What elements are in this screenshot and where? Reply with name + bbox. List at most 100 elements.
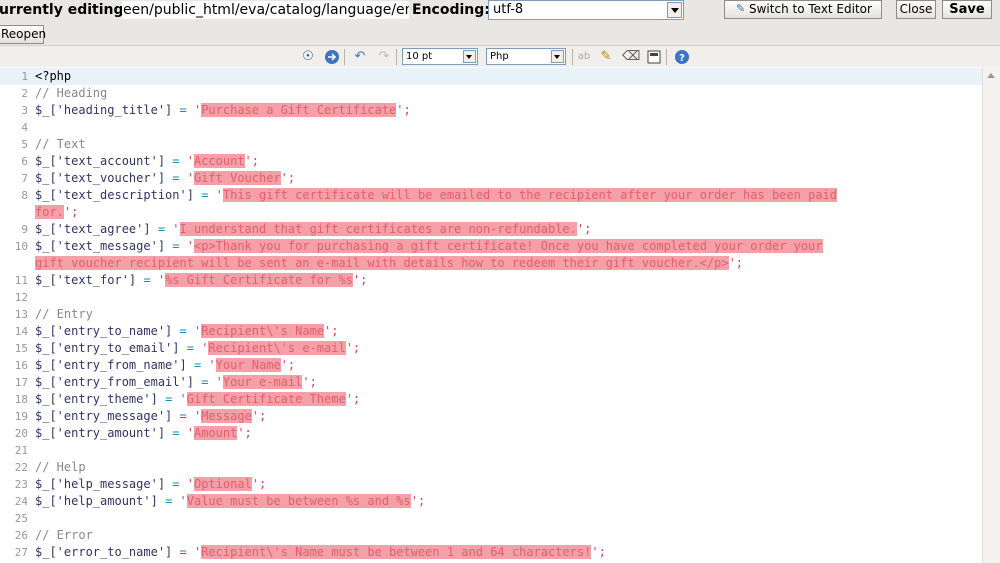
code-text: $_['entry_to_email'] = 'Recipient\'s e-m… bbox=[35, 341, 361, 355]
code-text: $_['error_to_name'] = 'Recipient\'s Name… bbox=[35, 545, 606, 559]
code-text: for.'; bbox=[35, 205, 79, 219]
code-text: // Entry bbox=[35, 307, 93, 321]
svg-text:?: ? bbox=[679, 53, 685, 64]
line-number: 21 bbox=[14, 444, 28, 457]
code-text: // Text bbox=[35, 137, 86, 151]
code-line[interactable]: 20 $_['entry_amount'] = 'Amount'; bbox=[0, 425, 983, 442]
code-line[interactable]: 8 $_['text_description'] = 'This gift cer… bbox=[0, 187, 983, 204]
editor-toolbar: ☉ ↶ ↷ 10 pt Php ab ✎ ⌫ ? bbox=[0, 45, 1000, 68]
editing-label: urrently editing: bbox=[0, 2, 130, 18]
code-text: $_['entry_amount'] = 'Amount'; bbox=[35, 426, 252, 440]
line-number: 3 bbox=[21, 104, 28, 117]
code-line[interactable]: 4 bbox=[0, 119, 983, 136]
line-number: 4 bbox=[21, 121, 28, 134]
line-number: 12 bbox=[14, 291, 28, 304]
encoding-value: utf-8 bbox=[493, 2, 524, 17]
reopen-button[interactable]: Reopen bbox=[0, 25, 46, 44]
code-line[interactable]: 15 $_['entry_to_email'] = 'Recipient\'s e… bbox=[0, 340, 983, 357]
switch-label: Switch to Text Editor bbox=[749, 2, 872, 16]
undo-icon[interactable]: ↶ bbox=[352, 49, 368, 65]
vertical-scrollbar[interactable] bbox=[982, 67, 1000, 563]
code-line[interactable]: 2 // Heading bbox=[0, 85, 983, 102]
eraser-icon[interactable]: ⌫ bbox=[622, 49, 640, 65]
code-text: $_['entry_theme'] = 'Gift Certificate Th… bbox=[35, 392, 361, 406]
code-text: // Heading bbox=[35, 86, 108, 100]
line-number: 16 bbox=[14, 359, 28, 372]
save-button[interactable]: Save bbox=[942, 0, 992, 19]
code-line[interactable]: 7 $_['text_voucher'] = 'Gift Voucher'; bbox=[0, 170, 983, 187]
line-number: 27 bbox=[14, 546, 28, 559]
line-number: 10 bbox=[14, 240, 28, 253]
code-text: // Help bbox=[35, 460, 86, 474]
code-line[interactable]: 24 $_['help_amount'] = 'Value must be bet… bbox=[0, 493, 983, 510]
code-line[interactable]: gift voucher recipient will be sent an e… bbox=[0, 255, 983, 272]
line-number: 7 bbox=[21, 172, 28, 185]
line-number: 2 bbox=[21, 87, 28, 100]
encoding-label: Encoding: bbox=[412, 2, 490, 18]
code-line[interactable]: 14 $_['entry_to_name'] = 'Recipient\'s Na… bbox=[0, 323, 983, 340]
code-text: $_['text_description'] = 'This gift cert… bbox=[35, 188, 837, 202]
code-line[interactable]: 16 $_['entry_from_name'] = 'Your Name'; bbox=[0, 357, 983, 374]
code-line[interactable]: 17 $_['entry_from_email'] = 'Your e-mail'… bbox=[0, 374, 983, 391]
code-line[interactable]: 27 $_['error_to_name'] = 'Recipient\'s Na… bbox=[0, 544, 983, 561]
switch-to-text-editor-button[interactable]: ✎ Switch to Text Editor bbox=[724, 0, 882, 19]
code-line[interactable]: 1 <?php bbox=[0, 68, 983, 85]
file-path-input[interactable]: een/public_html/eva/catalog/language/eng… bbox=[122, 1, 409, 19]
code-line[interactable]: 21 bbox=[0, 442, 983, 459]
scroll-up-icon[interactable] bbox=[987, 73, 995, 78]
chevron-down-icon[interactable] bbox=[463, 50, 476, 63]
highlight-icon[interactable]: ✎ bbox=[598, 49, 614, 65]
line-number: 20 bbox=[14, 427, 28, 440]
code-text: $_['text_account'] = 'Account'; bbox=[35, 154, 259, 168]
code-line[interactable]: 13 // Entry bbox=[0, 306, 983, 323]
code-line[interactable]: 12 bbox=[0, 289, 983, 306]
help-icon[interactable]: ? bbox=[674, 49, 690, 65]
code-line[interactable]: 26 // Error bbox=[0, 527, 983, 544]
syntax-select[interactable]: Php bbox=[486, 48, 566, 65]
font-size-value: 10 pt bbox=[406, 51, 433, 62]
redo-icon[interactable]: ↷ bbox=[376, 49, 392, 65]
goto-icon[interactable] bbox=[324, 49, 340, 65]
code-text: $_['help_message'] = 'Optional'; bbox=[35, 477, 267, 491]
code-line[interactable]: 6 $_['text_account'] = 'Account'; bbox=[0, 153, 983, 170]
code-line[interactable]: 11 $_['text_for'] = '%s Gift Certificate … bbox=[0, 272, 983, 289]
code-line[interactable]: 19 $_['entry_message'] = 'Message'; bbox=[0, 408, 983, 425]
encoding-select[interactable]: utf-8 bbox=[488, 0, 684, 20]
code-text: // Error bbox=[35, 528, 93, 542]
line-number: 14 bbox=[14, 325, 28, 338]
syntax-value: Php bbox=[490, 51, 509, 62]
code-text: $_['heading_title'] = 'Purchase a Gift C… bbox=[35, 103, 411, 117]
code-line[interactable]: 23 $_['help_message'] = 'Optional'; bbox=[0, 476, 983, 493]
code-editor[interactable]: 1 <?php 2 // Heading 3 $_['heading_title'] = … bbox=[0, 67, 1000, 563]
line-number: 26 bbox=[14, 529, 28, 542]
code-text: $_['entry_to_name'] = 'Recipient\'s Name… bbox=[35, 324, 339, 338]
spellcheck-icon[interactable]: ab bbox=[576, 49, 592, 65]
pencil-icon: ✎ bbox=[736, 2, 746, 15]
code-line[interactable]: 18 $_['entry_theme'] = 'Gift Certificate … bbox=[0, 391, 983, 408]
chevron-down-icon[interactable] bbox=[551, 50, 564, 63]
line-number: 24 bbox=[14, 495, 28, 508]
code-line[interactable]: 3 $_['heading_title'] = 'Purchase a Gift … bbox=[0, 102, 983, 119]
code-line[interactable]: 10 $_['text_message'] = '<p>Thank you for… bbox=[0, 238, 983, 255]
code-text: $_['text_agree'] = 'I understand that gi… bbox=[35, 222, 592, 236]
line-number: 19 bbox=[14, 410, 28, 423]
line-number: 8 bbox=[21, 189, 28, 202]
code-text: $_['text_voucher'] = 'Gift Voucher'; bbox=[35, 171, 296, 185]
line-number: 5 bbox=[21, 138, 28, 151]
code-text: <?php bbox=[35, 69, 72, 83]
code-text: $_['text_for'] = '%s Gift Certificate fo… bbox=[35, 273, 368, 287]
font-size-select[interactable]: 10 pt bbox=[402, 48, 478, 65]
close-button[interactable]: Close bbox=[896, 0, 936, 19]
chevron-down-icon[interactable] bbox=[667, 2, 682, 18]
code-line[interactable]: 22 // Help bbox=[0, 459, 983, 476]
line-number: 1 bbox=[21, 70, 28, 83]
line-number: 22 bbox=[14, 461, 28, 474]
code-line[interactable]: for.'; bbox=[0, 204, 983, 221]
line-number: 11 bbox=[14, 274, 28, 287]
code-line[interactable]: 25 bbox=[0, 510, 983, 527]
fullscreen-icon[interactable] bbox=[646, 49, 662, 65]
code-line[interactable]: 9 $_['text_agree'] = 'I understand that g… bbox=[0, 221, 983, 238]
line-number: 17 bbox=[14, 376, 28, 389]
search-icon[interactable]: ☉ bbox=[300, 49, 316, 65]
code-line[interactable]: 5 // Text bbox=[0, 136, 983, 153]
